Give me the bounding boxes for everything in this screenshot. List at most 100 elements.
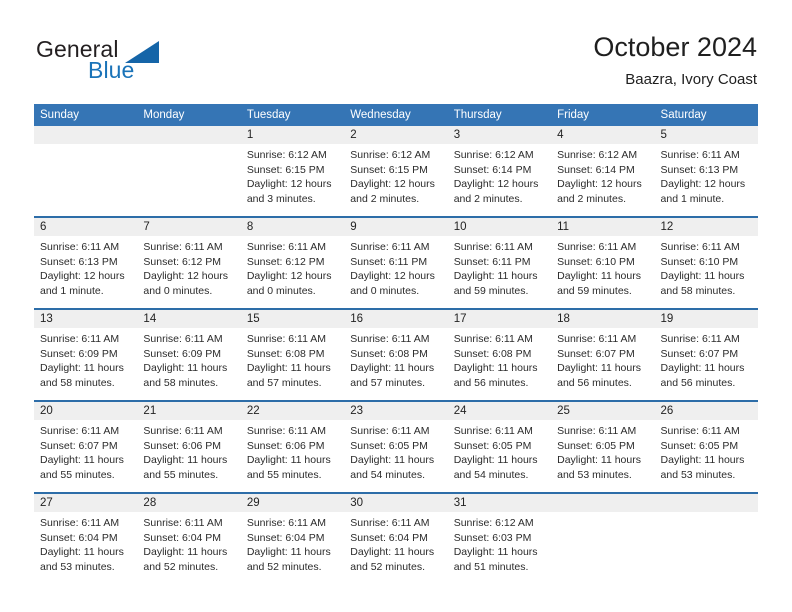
day-info-line: Sunset: 6:14 PM <box>453 163 532 176</box>
day-cell[interactable]: Sunrise: 6:11 AM Sunset: 6:05 PM Daylight:… <box>448 420 551 492</box>
day-number[interactable]: 2 <box>344 126 447 144</box>
day-cell[interactable]: Sunrise: 6:11 AM Sunset: 6:05 PM Daylight:… <box>655 420 758 492</box>
day-number[interactable]: 6 <box>34 218 137 236</box>
day-info-line: Sunrise: 6:11 AM <box>350 241 430 253</box>
day-cell[interactable]: Sunrise: 6:11 AM Sunset: 6:05 PM Daylight:… <box>551 420 654 492</box>
day-info-line: and 57 minutes. <box>246 376 322 389</box>
day-number[interactable]: 9 <box>344 218 447 236</box>
page-subtitle: Baazra, Ivory Coast <box>625 71 757 88</box>
day-info-line: and 53 minutes. <box>660 468 736 481</box>
day-cell[interactable]: Sunrise: 6:11 AM Sunset: 6:06 PM Daylight:… <box>137 420 240 492</box>
day-cell[interactable]: Sunrise: 6:11 AM Sunset: 6:08 PM Daylight:… <box>344 328 447 400</box>
day-number[interactable]: 23 <box>344 402 447 420</box>
day-info-line: and 0 minutes. <box>350 284 420 297</box>
day-info-line: Sunrise: 6:12 AM <box>453 149 534 161</box>
day-info-line: Sunset: 6:13 PM <box>660 163 739 176</box>
day-info-line: Sunrise: 6:11 AM <box>246 517 327 529</box>
day-number[interactable]: 8 <box>241 218 344 236</box>
day-info-line: Daylight: 12 hours <box>350 270 435 283</box>
day-number[interactable]: 5 <box>655 126 758 144</box>
day-number[interactable]: 31 <box>448 494 551 512</box>
general-blue-logo[interactable]: General Blue <box>36 36 236 88</box>
day-number[interactable]: 26 <box>655 402 758 420</box>
day-number[interactable]: 4 <box>551 126 654 144</box>
day-cell[interactable]: Sunrise: 6:11 AM Sunset: 6:05 PM Daylight:… <box>344 420 447 492</box>
day-number[interactable]: 15 <box>241 310 344 328</box>
day-cell[interactable]: Sunrise: 6:11 AM Sunset: 6:08 PM Daylight:… <box>448 328 551 400</box>
day-info-line: Daylight: 11 hours <box>246 454 331 467</box>
day-info-line: Daylight: 11 hours <box>557 270 641 283</box>
day-number[interactable]: 24 <box>448 402 551 420</box>
day-number[interactable]: 3 <box>448 126 551 144</box>
day-info-line: and 54 minutes. <box>453 468 529 481</box>
day-number[interactable]: 29 <box>241 494 344 512</box>
day-number[interactable]: 19 <box>655 310 758 328</box>
day-number[interactable]: 12 <box>655 218 758 236</box>
day-detail-strip: Sunrise: 6:11 AM Sunset: 6:04 PM Daylight:… <box>34 512 758 584</box>
day-info-line: Sunrise: 6:11 AM <box>660 241 740 253</box>
day-info-line: and 56 minutes. <box>557 376 632 389</box>
day-cell[interactable]: Sunrise: 6:12 AM Sunset: 6:14 PM Daylight:… <box>551 144 654 216</box>
day-info-line: Daylight: 11 hours <box>350 454 435 467</box>
day-number[interactable]: 27 <box>34 494 137 512</box>
day-cell[interactable]: Sunrise: 6:11 AM Sunset: 6:09 PM Daylight:… <box>137 328 240 400</box>
day-cell[interactable]: Sunrise: 6:11 AM Sunset: 6:08 PM Daylight:… <box>241 328 344 400</box>
day-number[interactable]: 1 <box>241 126 344 144</box>
day-cell[interactable]: Sunrise: 6:11 AM Sunset: 6:07 PM Daylight:… <box>655 328 758 400</box>
day-info-line: Sunset: 6:09 PM <box>40 347 118 360</box>
day-number-empty <box>655 494 758 512</box>
day-cell[interactable]: Sunrise: 6:11 AM Sunset: 6:11 PM Daylight:… <box>448 236 551 308</box>
day-number[interactable]: 21 <box>137 402 240 420</box>
day-number[interactable]: 20 <box>34 402 137 420</box>
day-number[interactable]: 11 <box>551 218 654 236</box>
calendar-week-row: 1 2 3 4 5 Sunrise: 6:12 AM Sunset: 6:15 PM Dayl… <box>34 126 758 216</box>
day-info-line: Sunset: 6:12 PM <box>143 255 222 268</box>
day-cell[interactable]: Sunrise: 6:12 AM Sunset: 6:15 PM Daylight:… <box>241 144 344 216</box>
day-number[interactable]: 16 <box>344 310 447 328</box>
day-info-line: Sunrise: 6:11 AM <box>453 333 533 345</box>
day-cell[interactable]: Sunrise: 6:11 AM Sunset: 6:07 PM Daylight:… <box>551 328 654 400</box>
day-cell[interactable]: Sunrise: 6:12 AM Sunset: 6:03 PM Daylight:… <box>448 512 551 584</box>
day-number[interactable]: 30 <box>344 494 447 512</box>
day-number[interactable]: 25 <box>551 402 654 420</box>
day-cell[interactable]: Sunrise: 6:11 AM Sunset: 6:07 PM Daylight:… <box>34 420 137 492</box>
day-cell[interactable]: Sunrise: 6:11 AM Sunset: 6:11 PM Daylight:… <box>344 236 447 308</box>
day-info-line: Sunset: 6:15 PM <box>350 163 428 176</box>
day-info-line: and 52 minutes. <box>246 560 322 573</box>
day-cell[interactable]: Sunrise: 6:11 AM Sunset: 6:06 PM Daylight:… <box>241 420 344 492</box>
day-info-line: Daylight: 11 hours <box>40 546 124 559</box>
day-number[interactable]: 18 <box>551 310 654 328</box>
day-info-line: Sunset: 6:05 PM <box>660 439 739 452</box>
day-info-line: Daylight: 12 hours <box>143 270 229 283</box>
day-number[interactable]: 13 <box>34 310 137 328</box>
day-cell[interactable]: Sunrise: 6:11 AM Sunset: 6:04 PM Daylight:… <box>34 512 137 584</box>
day-cell[interactable]: Sunrise: 6:11 AM Sunset: 6:10 PM Daylight:… <box>551 236 654 308</box>
day-cell[interactable]: Sunrise: 6:11 AM Sunset: 6:04 PM Daylight:… <box>344 512 447 584</box>
calendar-grid: Sunday Monday Tuesday Wednesday Thursday Frid… <box>34 104 758 584</box>
day-info-line: Sunrise: 6:11 AM <box>40 241 120 253</box>
day-cell[interactable]: Sunrise: 6:11 AM Sunset: 6:04 PM Daylight:… <box>137 512 240 584</box>
day-number[interactable]: 10 <box>448 218 551 236</box>
day-info-line: Daylight: 12 hours <box>350 178 435 191</box>
day-info-line: and 0 minutes. <box>143 284 213 297</box>
day-cell[interactable]: Sunrise: 6:11 AM Sunset: 6:12 PM Daylight:… <box>241 236 344 308</box>
day-cell[interactable]: Sunrise: 6:11 AM Sunset: 6:10 PM Daylight:… <box>655 236 758 308</box>
day-cell[interactable]: Sunrise: 6:11 AM Sunset: 6:12 PM Daylight:… <box>137 236 240 308</box>
day-number[interactable]: 17 <box>448 310 551 328</box>
day-cell[interactable]: Sunrise: 6:12 AM Sunset: 6:14 PM Daylight:… <box>448 144 551 216</box>
day-info-line: Sunset: 6:05 PM <box>453 439 532 452</box>
weekday-header-saturday: Saturday <box>660 109 707 121</box>
day-info-line: Daylight: 11 hours <box>350 546 435 559</box>
day-number[interactable]: 22 <box>241 402 344 420</box>
day-cell[interactable]: Sunrise: 6:11 AM Sunset: 6:04 PM Daylight:… <box>241 512 344 584</box>
day-info-line: Sunset: 6:05 PM <box>557 439 635 452</box>
day-cell-empty <box>137 144 240 216</box>
day-number[interactable]: 14 <box>137 310 240 328</box>
day-cell[interactable]: Sunrise: 6:11 AM Sunset: 6:09 PM Daylight:… <box>34 328 137 400</box>
day-info-line: Sunrise: 6:11 AM <box>660 149 740 161</box>
day-cell[interactable]: Sunrise: 6:11 AM Sunset: 6:13 PM Daylight:… <box>655 144 758 216</box>
day-cell[interactable]: Sunrise: 6:12 AM Sunset: 6:15 PM Daylight:… <box>344 144 447 216</box>
day-cell[interactable]: Sunrise: 6:11 AM Sunset: 6:13 PM Daylight:… <box>34 236 137 308</box>
day-number[interactable]: 7 <box>137 218 240 236</box>
day-number[interactable]: 28 <box>137 494 240 512</box>
